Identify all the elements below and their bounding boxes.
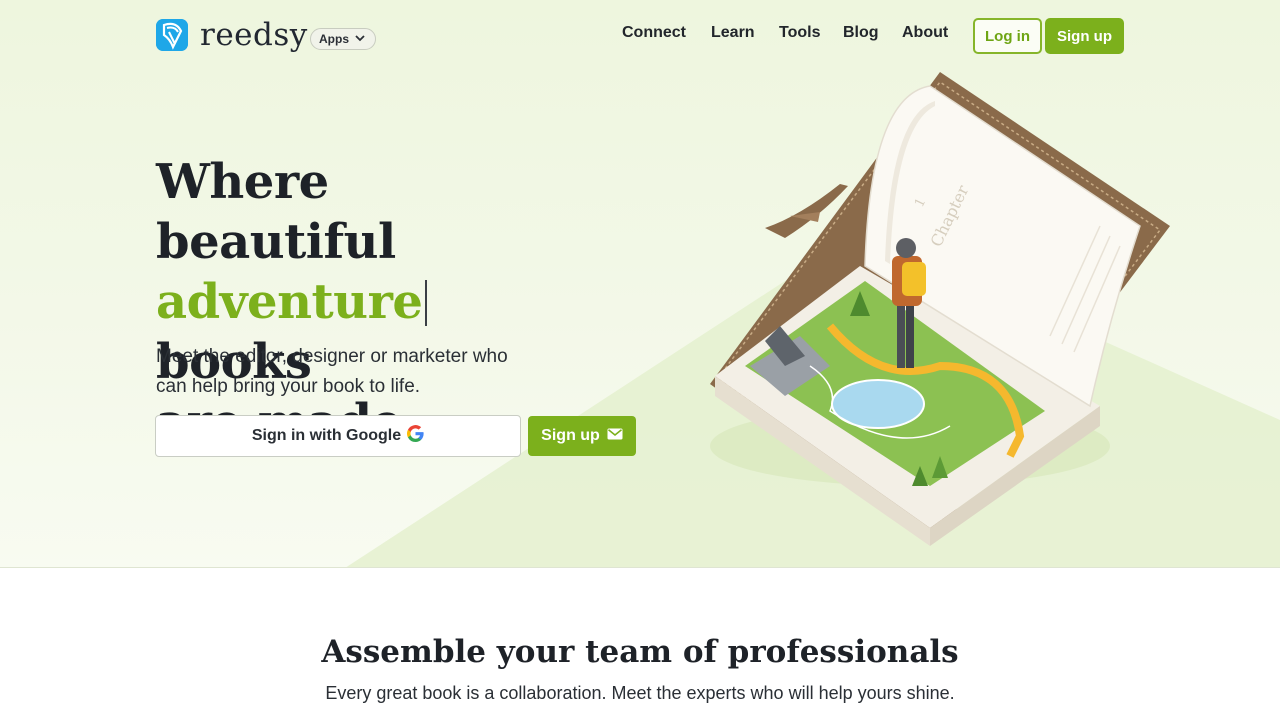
- google-signin-button[interactable]: Sign in with Google: [155, 415, 521, 457]
- login-button[interactable]: Log in: [973, 18, 1042, 54]
- brand-name: reedsy: [200, 17, 308, 53]
- nav-connect[interactable]: Connect: [622, 24, 686, 42]
- google-icon: [407, 425, 424, 447]
- book-adventure-illustration: 1 Chapter: [710, 72, 1170, 546]
- team-section-title: Assemble your team of professionals: [321, 634, 959, 670]
- apps-dropdown[interactable]: Apps: [310, 28, 376, 50]
- headline-line-1: Where beautiful: [156, 154, 396, 270]
- nav-learn[interactable]: Learn: [711, 24, 755, 42]
- chevron-down-icon: [354, 32, 366, 47]
- mail-icon: [607, 427, 623, 445]
- google-signin-label: Sign in with Google: [251, 427, 402, 444]
- reedsy-logo[interactable]: reedsy: [156, 19, 308, 51]
- nav-about[interactable]: About: [902, 24, 948, 42]
- nav-blog[interactable]: Blog: [843, 24, 879, 42]
- team-section-subtitle: Every great book is a collaboration. Mee…: [325, 683, 955, 703]
- headline-accent-word: adventure: [156, 274, 423, 330]
- hero-headline: Where beautiful adventurebooks are made: [156, 152, 576, 452]
- reedsy-logo-icon: [156, 19, 188, 51]
- hero-section: reedsy Apps Connect Learn Tools Blog Abo…: [0, 0, 1280, 568]
- nav-tools[interactable]: Tools: [779, 24, 820, 42]
- apps-label: Apps: [319, 32, 349, 46]
- header-signup-button[interactable]: Sign up: [1045, 18, 1124, 54]
- hero-subhead: Meet the editor, designer or marketer wh…: [156, 346, 508, 397]
- hero-signup-button[interactable]: Sign up: [528, 416, 636, 456]
- typing-caret: [425, 280, 428, 326]
- hero-signup-label: Sign up: [541, 427, 600, 444]
